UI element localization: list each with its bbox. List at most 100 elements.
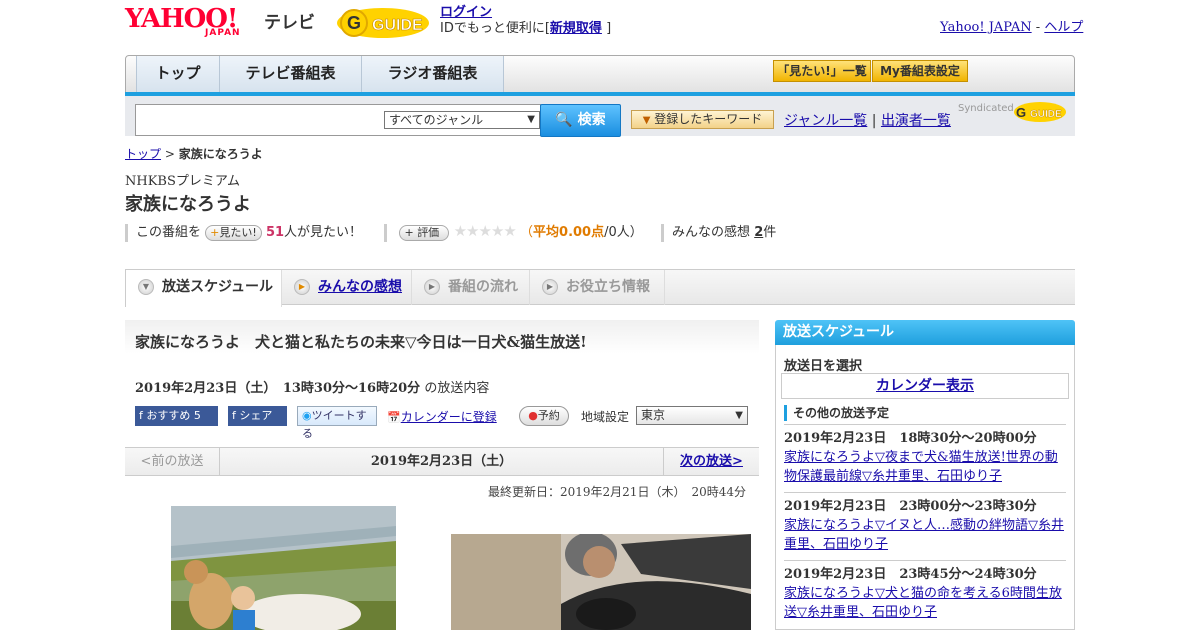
want-button[interactable]: +見たい! — [205, 224, 262, 241]
avg-value: 0.00点 — [559, 225, 605, 240]
rating-stars[interactable]: ★★★★★ — [454, 222, 517, 240]
login-note-end: ] — [606, 21, 612, 36]
avg-label: 平均 — [533, 225, 560, 240]
calendar-button-link[interactable]: カレンダー表示 — [876, 378, 974, 394]
facebook-icon: f — [139, 409, 143, 422]
impressions-count[interactable]: 2 — [754, 225, 763, 240]
impressions-label: みんなの感想 — [672, 225, 751, 240]
yahoo-logo-japan: JAPAN — [205, 28, 241, 38]
yahoo-japan-link[interactable]: Yahoo! JAPAN — [940, 20, 1032, 35]
facebook-icon: f — [232, 409, 236, 422]
next-broadcast[interactable]: 次の放送> — [663, 448, 759, 475]
divider — [661, 223, 665, 242]
play-icon: ▶ — [542, 279, 558, 295]
next-broadcast-link[interactable]: 次の放送> — [680, 454, 743, 469]
genre-selected: すべてのジャンル — [389, 113, 484, 127]
main-nav: トップ テレビ番組表 ラジオ番組表 「見たい!」一覧 My番組表設定 — [125, 55, 1075, 93]
breadcrumb: トップ > 家族になろうよ — [125, 145, 263, 162]
calendar-register[interactable]: 📅カレンダーに登録 — [387, 408, 497, 425]
program-photo-2 — [451, 534, 751, 630]
schedule-item: 2019年2月23日 23時00分～23時30分 家族になろうよ▽イヌと人…感動… — [784, 497, 1066, 554]
genre-list-link[interactable]: ジャンル一覧 — [784, 113, 867, 129]
page-title: 家族になろうよ — [125, 194, 251, 215]
want-button-label: 見たい! — [219, 225, 257, 239]
divider — [784, 492, 1066, 493]
tab-schedule-label: 放送スケジュール — [162, 279, 274, 295]
login-area: ログイン IDでもっと便利に[新規取得 ] — [440, 5, 611, 37]
region-label: 地域設定 — [581, 410, 630, 424]
tab-flow[interactable]: ▶ 番組の流れ — [412, 270, 530, 305]
calendar-register-link[interactable]: カレンダーに登録 — [401, 410, 497, 424]
want-list-button[interactable]: 「見たい!」一覧 — [773, 60, 871, 82]
schedule-item-link[interactable]: 家族になろうよ▽イヌと人…感動の絆物語▽糸井重里、石田ゆり子 — [784, 518, 1064, 552]
dash: - — [1035, 20, 1041, 35]
my-program-button[interactable]: My番組表設定 — [872, 60, 968, 82]
broadcast-pager: <前の放送 2019年2月23日（土） 次の放送> — [125, 447, 759, 476]
avg-people: /0人） — [604, 225, 643, 240]
plus-icon: + — [404, 225, 414, 239]
want-suffix: 人が見たい！ — [284, 225, 363, 240]
breadcrumb-top[interactable]: トップ — [125, 147, 161, 161]
search-icon: 🔍 — [555, 112, 573, 128]
cast-list-link[interactable]: 出演者一覧 — [881, 113, 951, 129]
svg-text:GUIDE: GUIDE — [1030, 109, 1062, 120]
keyword-button-label: 登録したキーワード — [654, 112, 763, 126]
region-select[interactable]: 東京 ▼ — [636, 406, 748, 425]
fb-share-button[interactable]: f シェア — [228, 406, 287, 426]
help-link[interactable]: ヘルプ — [1044, 20, 1083, 35]
broadcast-date: 2019年2月23日（土） 13時30分～16時20分 — [135, 381, 421, 396]
chevron-down-icon: ▼ — [735, 410, 743, 421]
other-schedule-label: その他の放送予定 — [784, 405, 889, 421]
calendar-button[interactable]: カレンダー表示 — [781, 373, 1069, 399]
login-link[interactable]: ログイン — [440, 5, 492, 20]
tweet-button[interactable]: ◉ツイートする — [297, 406, 377, 440]
tab-impressions[interactable]: ▶ みんなの感想 — [282, 270, 412, 305]
share-row: f おすすめ 5 f シェア ◉ツイートする 📅カレンダーに登録 ●予約 地域設… — [135, 406, 759, 440]
play-icon: ▶ — [424, 279, 440, 295]
divider — [125, 223, 128, 242]
recommend-label: おすすめ — [146, 409, 191, 422]
tweet-label: ツイートする — [302, 409, 367, 440]
keyword-button[interactable]: ▼ 登録したキーワード — [631, 110, 774, 129]
reserve-label: 予約 — [537, 409, 560, 422]
nav-tab-radio[interactable]: ラジオ番組表 — [362, 56, 504, 92]
program-photo-1 — [171, 506, 396, 630]
syndicated-label: Syndicated — [958, 103, 1014, 114]
broadcast-title: 家族になろうよ 犬と猫と私たちの未来▽今日は一日犬&猫生放送! — [135, 333, 587, 351]
fb-recommend-button[interactable]: f おすすめ 5 — [135, 406, 218, 426]
dropdown-arrow-icon: ▼ — [642, 115, 651, 126]
schedule-item: 2019年2月23日 23時45分～24時30分 家族になろうよ▽犬と猫の命を考… — [784, 565, 1066, 622]
signup-link[interactable]: 新規取得 — [550, 21, 602, 36]
gguide-logo: G GUIDE — [334, 6, 432, 40]
tab-impressions-label: みんなの感想 — [318, 279, 402, 295]
schedule-item-link[interactable]: 家族になろうよ▽夜まで犬&猫生放送!世界の動物保護最前線▽糸井重里、石田ゆり子 — [784, 450, 1058, 484]
current-broadcast-date: 2019年2月23日（土） — [370, 454, 513, 469]
share-label: シェア — [239, 409, 273, 422]
schedule-item-date: 2019年2月23日 23時45分～24時30分 — [784, 567, 1037, 582]
channel-name: NHKBSプレミアム — [125, 174, 240, 189]
svg-text:GUIDE: GUIDE — [372, 17, 423, 34]
search-button[interactable]: 🔍 検索 — [540, 104, 621, 137]
prev-broadcast[interactable]: <前の放送 — [125, 448, 220, 475]
tab-info[interactable]: ▶ お役立ち情報 — [530, 270, 665, 305]
breadcrumb-sep: > — [164, 147, 175, 161]
schedule-item-link[interactable]: 家族になろうよ▽犬と猫の命を考える6時間生放送▽糸井重里、石田ゆり子 — [784, 586, 1062, 620]
plus-icon: + — [210, 225, 220, 239]
search-links: ジャンル一覧 | 出演者一覧 — [784, 110, 951, 130]
program-tabs: ▼ 放送スケジュール ▶ みんなの感想 ▶ 番組の流れ ▶ お役立ち情報 — [125, 269, 1075, 307]
recommend-count: 5 — [193, 409, 201, 422]
reserve-button[interactable]: ●予約 — [519, 406, 569, 426]
chevron-down-icon: ▼ — [138, 279, 154, 295]
chevron-down-icon: ▼ — [527, 114, 535, 125]
genre-select[interactable]: すべてのジャンル ▼ — [384, 111, 540, 129]
broadcast-date-line: 2019年2月23日（土） 13時30分～16時20分 の放送内容 — [135, 377, 489, 396]
tab-schedule[interactable]: ▼ 放送スケジュール — [125, 270, 282, 307]
nav-tab-top[interactable]: トップ — [136, 56, 220, 92]
tab-flow-label: 番組の流れ — [448, 279, 518, 295]
nav-tab-tv[interactable]: テレビ番組表 — [220, 56, 362, 92]
rate-button[interactable]: + 評価 — [399, 224, 450, 241]
svg-text:G: G — [1016, 105, 1026, 120]
play-icon: ▶ — [294, 279, 310, 295]
breadcrumb-current: 家族になろうよ — [178, 147, 263, 161]
twitter-icon: ◉ — [302, 409, 312, 422]
